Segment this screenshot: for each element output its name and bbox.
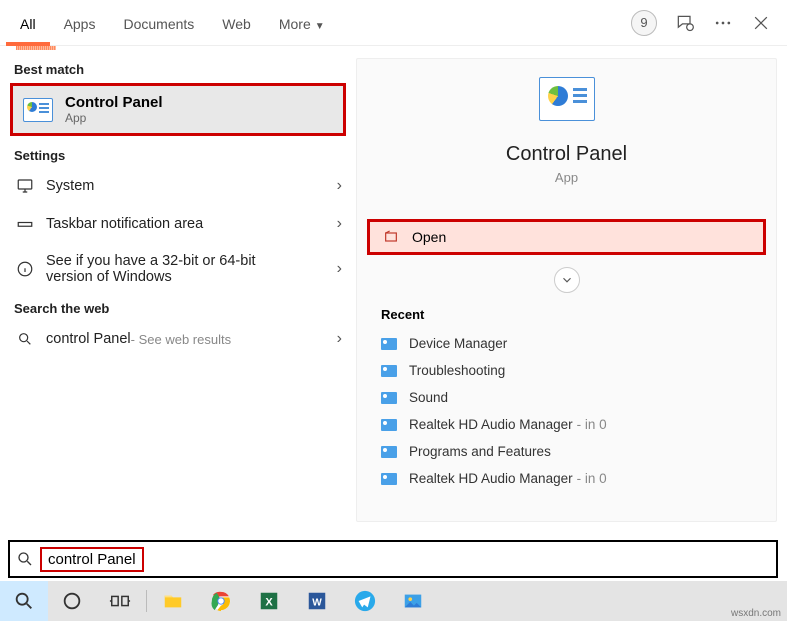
details-panel: Control Panel App Open Recent Device Man…: [356, 58, 777, 522]
tab-all[interactable]: All: [6, 0, 50, 46]
chevron-right-icon: ›: [337, 177, 342, 195]
feedback-icon[interactable]: [675, 13, 695, 33]
settings-item-bitness[interactable]: See if you have a 32-bit or 64-bit versi…: [0, 243, 356, 295]
search-tabs: All Apps Documents Web More ▼ 9: [0, 0, 787, 46]
control-panel-icon: [23, 98, 53, 122]
settings-item-taskbar[interactable]: Taskbar notification area ›: [0, 205, 356, 243]
monitor-icon: [14, 177, 36, 195]
taskbar-cortana[interactable]: [48, 581, 96, 621]
open-label: Open: [412, 229, 446, 245]
recent-item[interactable]: Device Manager: [357, 330, 776, 357]
chevron-right-icon: ›: [337, 330, 342, 348]
info-icon: [14, 260, 36, 278]
search-icon: [14, 331, 36, 347]
watermark: wsxdn.com: [731, 608, 781, 619]
recent-item[interactable]: Realtek HD Audio Manager - in 0: [357, 465, 776, 492]
control-panel-mini-icon: [381, 473, 397, 485]
tab-web[interactable]: Web: [208, 4, 265, 42]
taskbar-file-explorer[interactable]: [149, 581, 197, 621]
web-search-suffix: - See web results: [131, 332, 231, 347]
recent-label: Realtek HD Audio Manager: [409, 471, 573, 486]
open-action[interactable]: Open: [367, 219, 766, 255]
chevron-right-icon: ›: [337, 260, 342, 278]
taskbar-telegram[interactable]: [341, 581, 389, 621]
control-panel-mini-icon: [381, 365, 397, 377]
chevron-down-icon: ▼: [315, 21, 325, 32]
top-right-controls: 9: [631, 10, 781, 36]
recent-label: Programs and Features: [409, 444, 551, 459]
taskbar-photos[interactable]: [389, 581, 437, 621]
details-title: Control Panel: [506, 143, 627, 166]
control-panel-mini-icon: [381, 392, 397, 404]
reward-badge[interactable]: 9: [631, 10, 657, 36]
taskbar-word[interactable]: W: [293, 581, 341, 621]
control-panel-mini-icon: [381, 446, 397, 458]
accent-underline: [16, 46, 56, 50]
recent-item[interactable]: Sound: [357, 384, 776, 411]
best-match-subtitle: App: [65, 111, 163, 125]
section-search-web: Search the web: [0, 295, 356, 320]
recent-suffix: - in 0: [577, 471, 607, 486]
taskbar-separator: [146, 590, 147, 612]
tab-more-label: More: [279, 16, 311, 32]
settings-item-label: Taskbar notification area: [46, 216, 203, 232]
details-pane: Control Panel App Open Recent Device Man…: [356, 46, 787, 534]
recent-list: Device Manager Troubleshooting Sound Realte…: [357, 330, 776, 492]
best-match-title: Control Panel: [65, 94, 163, 111]
details-subtitle: App: [555, 170, 578, 185]
search-text-highlight: control Panel: [40, 547, 144, 572]
recent-heading: Recent: [357, 307, 776, 330]
recent-label: Sound: [409, 390, 448, 405]
tab-more[interactable]: More ▼: [265, 4, 339, 42]
taskbar-search-button[interactable]: [0, 581, 48, 621]
settings-item-system[interactable]: System ›: [0, 167, 356, 205]
open-icon: [382, 229, 400, 245]
section-settings: Settings: [0, 142, 356, 167]
search-icon: [10, 550, 40, 568]
taskbar-task-view[interactable]: [96, 581, 144, 621]
tab-apps[interactable]: Apps: [50, 4, 110, 42]
taskbar-excel[interactable]: X: [245, 581, 293, 621]
recent-label: Troubleshooting: [409, 363, 505, 378]
search-bar[interactable]: control Panel: [8, 540, 778, 578]
recent-label: Device Manager: [409, 336, 507, 351]
more-icon[interactable]: [713, 13, 733, 33]
recent-item[interactable]: Troubleshooting: [357, 357, 776, 384]
web-search-item[interactable]: control Panel - See web results ›: [0, 320, 356, 358]
svg-text:W: W: [312, 598, 322, 609]
chevron-right-icon: ›: [337, 215, 342, 233]
expand-button[interactable]: [554, 267, 580, 293]
control-panel-mini-icon: [381, 419, 397, 431]
svg-text:X: X: [265, 597, 273, 609]
settings-item-label: See if you have a 32-bit or 64-bit versi…: [46, 253, 296, 285]
taskbar-icon: [14, 215, 36, 233]
close-icon[interactable]: [751, 13, 771, 33]
taskbar: X W: [0, 581, 787, 621]
left-results: Best match Control Panel App Settings Sy…: [0, 46, 356, 534]
recent-label: Realtek HD Audio Manager: [409, 417, 573, 432]
control-panel-mini-icon: [381, 338, 397, 350]
recent-item[interactable]: Realtek HD Audio Manager - in 0: [357, 411, 776, 438]
tab-documents[interactable]: Documents: [109, 4, 208, 42]
recent-suffix: - in 0: [577, 417, 607, 432]
best-match-item[interactable]: Control Panel App: [10, 83, 346, 136]
control-panel-icon: [539, 77, 595, 121]
section-best-match: Best match: [0, 56, 356, 81]
results-area: Best match Control Panel App Settings Sy…: [0, 46, 787, 534]
recent-item[interactable]: Programs and Features: [357, 438, 776, 465]
web-search-label: control Panel: [46, 331, 131, 347]
best-match-text: Control Panel App: [65, 94, 163, 125]
settings-item-label: System: [46, 178, 94, 194]
taskbar-chrome[interactable]: [197, 581, 245, 621]
